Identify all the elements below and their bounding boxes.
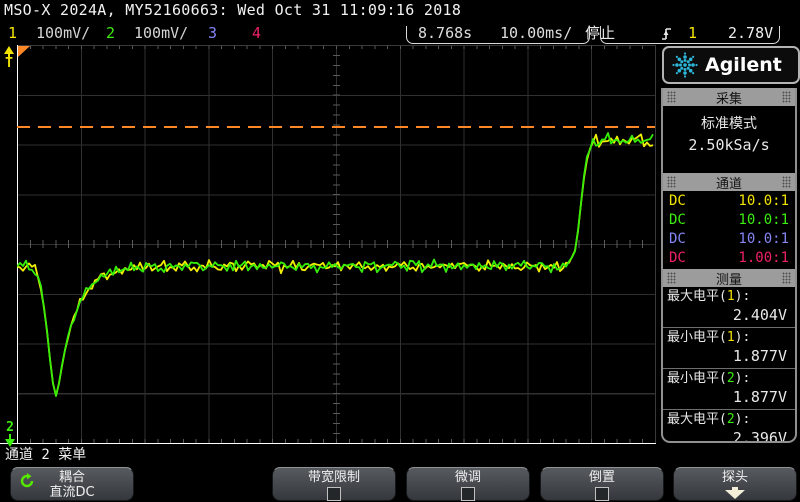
grip-icon: [782, 91, 791, 103]
grip-icon: [782, 272, 791, 284]
coupling-value: DC: [669, 250, 686, 266]
measurement-channel: 2: [726, 371, 735, 386]
channel-row-2: DC 10.0:1: [663, 211, 795, 230]
section-title: 通道: [715, 176, 742, 192]
section-header-measurements: 测量: [663, 269, 795, 288]
agilent-starburst-icon: [672, 52, 698, 78]
checkbox-unchecked: [595, 487, 609, 501]
measurement-label: 最小电平(: [667, 371, 727, 386]
grip-icon: [782, 176, 791, 188]
softkey-coupling[interactable]: 耦合 直流DC: [10, 467, 134, 501]
menu-title: 通道 2 菜单: [5, 447, 87, 463]
measurement-label: 最大电平(: [667, 289, 727, 304]
measurement-value: 2.404V: [732, 306, 787, 324]
checkbox-unchecked: [461, 487, 475, 501]
cycle-icon: [20, 473, 34, 488]
probe-ratio: 10.0:1: [738, 231, 789, 247]
brand-name: Agilent: [705, 54, 782, 76]
acquisition-info: 标准模式 2.50kSa/s: [663, 113, 795, 173]
sample-rate: 2.50kSa/s: [688, 136, 770, 154]
measurement-channel: 1: [726, 289, 735, 304]
channel-row-1: DC 10.0:1: [663, 192, 795, 211]
checkbox-unchecked: [327, 487, 341, 501]
measurement-value: 1.877V: [732, 347, 787, 365]
measurement-list: 最大电平(1): 2.404V 最小电平(1): 1.877V 最小电平(2):…: [663, 287, 795, 443]
measurement-value: 1.877V: [732, 388, 787, 406]
section-title: 采集: [715, 91, 742, 107]
softkey-label: 探头: [721, 470, 748, 485]
coupling-value: DC: [669, 193, 686, 209]
grip-icon: [667, 272, 676, 284]
measurement-label: 最小电平(: [667, 330, 727, 345]
measurement-label: 最大电平(: [667, 412, 727, 427]
section-title: 测量: [715, 272, 742, 288]
measurement-label-suffix: ):: [734, 371, 751, 386]
measurement-item: 最小电平(2): 1.877V: [663, 369, 795, 410]
channel-row-3: DC 10.0:1: [663, 230, 795, 249]
measurement-item: 最小电平(1): 1.877V: [663, 328, 795, 369]
probe-ratio: 10.0:1: [738, 193, 789, 209]
softkey-label: 倒置: [588, 470, 615, 485]
measurement-item: 最大电平(1): 2.404V: [663, 287, 795, 328]
sidebar-panel: 采集 标准模式 2.50kSa/s 通道 DC 10.0:1 DC 10.0:1…: [661, 88, 797, 443]
softkey-label: 带宽限制: [307, 470, 360, 485]
channel-row-4: DC 1.00:1: [663, 249, 795, 268]
oscilloscope-screen: { "window": { "title": "MSO-X 2024A, MY5…: [0, 0, 800, 502]
softkey-invert[interactable]: 倒置: [540, 467, 664, 501]
measurement-label-suffix: ):: [734, 289, 751, 304]
measurement-label-suffix: ):: [734, 330, 751, 345]
section-header-acquisition: 采集: [663, 88, 795, 107]
softkey-probe[interactable]: 探头: [673, 467, 797, 501]
coupling-value: DC: [669, 231, 686, 247]
coupling-value: DC: [669, 212, 686, 228]
softkey-label: 微调: [454, 470, 481, 485]
grip-icon: [667, 91, 676, 103]
section-header-channels: 通道: [663, 173, 795, 192]
measurement-item: 最大电平(2): 2.396V: [663, 410, 795, 443]
brand-logo-box: Agilent: [662, 46, 800, 84]
measurement-channel: 2: [726, 412, 735, 427]
probe-ratio: 10.0:1: [738, 212, 789, 228]
sidebar: Agilent 采集 标准模式 2.50kSa/s 通道 DC 10.0:1 D…: [661, 45, 800, 445]
measurement-label-suffix: ):: [734, 412, 751, 427]
grip-icon: [667, 176, 676, 188]
probe-ratio: 1.00:1: [738, 250, 789, 266]
acquisition-mode: 标准模式: [701, 116, 757, 132]
measurement-value: 2.396V: [732, 429, 787, 443]
softkey-bw-limit[interactable]: 带宽限制: [272, 467, 396, 501]
softkey-fine-adjust[interactable]: 微调: [406, 467, 530, 501]
down-arrow-icon: [725, 490, 745, 499]
measurement-channel: 1: [726, 330, 735, 345]
channel-settings-list: DC 10.0:1 DC 10.0:1 DC 10.0:1 DC 1.00:1: [663, 191, 795, 269]
